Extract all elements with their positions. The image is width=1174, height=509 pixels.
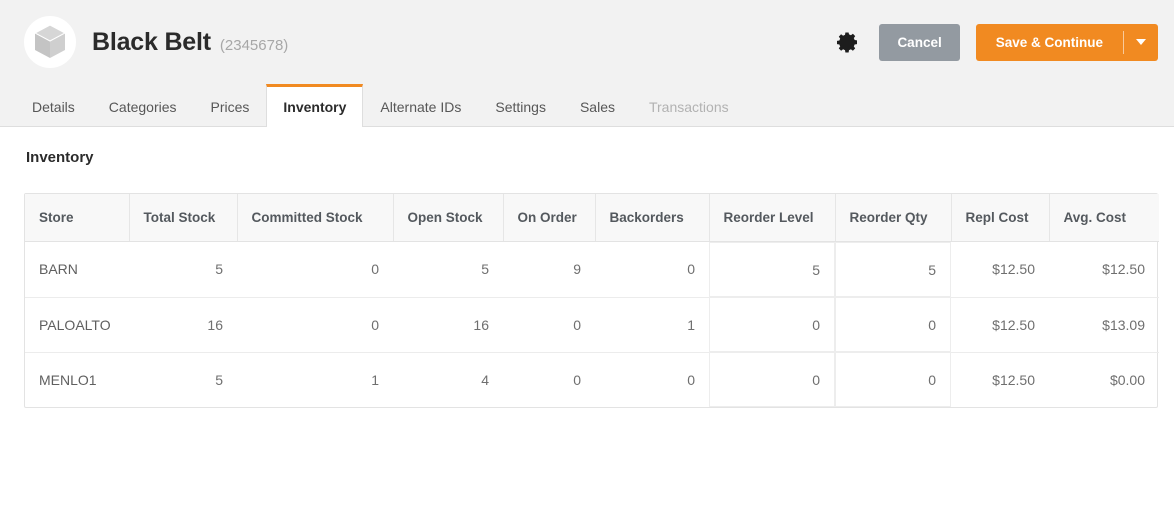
column-header-reorder-qty: Reorder Qty (835, 194, 952, 242)
app-header: Black Belt (2345678) Cancel Save & Conti… (0, 0, 1174, 84)
cube-icon (33, 24, 67, 60)
cell-total-stock: 5 (215, 371, 223, 388)
reorder-qty-input[interactable] (835, 352, 951, 407)
reorder-qty-input[interactable] (835, 242, 951, 297)
tab-details[interactable]: Details (15, 85, 92, 127)
inventory-table-body: BARN50590$12.50$12.50PALOALTO1601601$12.… (25, 241, 1159, 407)
product-sku: (2345678) (219, 36, 289, 54)
product-brand: Black Belt (2345678) (24, 16, 833, 68)
table-header-row: Store Total Stock Committed Stock Open Stoc… (25, 194, 1159, 242)
save-and-continue-split-button: Save & Continue (975, 23, 1158, 61)
cell-total-stock: 16 (129, 297, 237, 353)
reorder-level-input[interactable] (709, 297, 835, 352)
column-header-committed-stock: Committed Stock (237, 194, 394, 242)
column-header-total-stock: Total Stock (129, 194, 238, 242)
cell-backorders: 0 (687, 371, 695, 388)
cell-committed-stock: 0 (237, 241, 393, 298)
cell-open-stock: 5 (393, 241, 503, 298)
cell-store: PALOALTO (25, 297, 129, 353)
cell-backorders: 1 (595, 297, 709, 353)
column-header-avg-cost: Avg. Cost (1049, 194, 1159, 242)
inventory-table-container: Store Total Stock Committed Stock Open Stoc… (24, 193, 1159, 408)
cell-repl-cost: $12.50 (951, 297, 1049, 353)
cell-backorders: 0 (595, 241, 709, 298)
cell-open-stock: 4 (481, 371, 489, 388)
header-actions: Cancel Save & Continue (833, 23, 1158, 61)
cell-on-order: 0 (573, 371, 581, 388)
column-header-backorders: Backorders (595, 194, 710, 242)
product-logo (24, 16, 76, 68)
inventory-table: Store Total Stock Committed Stock Open Stoc… (25, 194, 1159, 407)
tab-sales[interactable]: Sales (563, 85, 632, 127)
column-header-open-stock: Open Stock (393, 194, 504, 242)
gear-icon (836, 30, 860, 54)
save-continue-button[interactable]: Save & Continue (976, 24, 1123, 61)
column-header-reorder-level: Reorder Level (709, 194, 836, 242)
cancel-button[interactable]: Cancel (879, 23, 960, 61)
cell-total-stock: 5 (129, 241, 237, 298)
cell-avg-cost: $0.00 (1109, 371, 1145, 388)
cell-repl-cost: $12.50 (951, 241, 1049, 298)
table-row: PALOALTO1601601$12.50$13.09 (25, 297, 1159, 353)
cell-reorder-level (709, 242, 835, 297)
cell-on-order: 0 (503, 297, 595, 353)
tab-transactions: Transactions (648, 99, 729, 115)
chevron-down-icon (1136, 39, 1146, 45)
reorder-qty-input[interactable] (835, 297, 951, 352)
cell-avg-cost: $12.50 (1049, 241, 1159, 298)
column-header-repl-cost: Repl Cost (951, 194, 1050, 242)
settings-gear-button[interactable] (833, 27, 863, 57)
reorder-level-input[interactable] (709, 352, 835, 407)
cell-reorder-level (709, 352, 835, 407)
cell-repl-cost: $12.50 (992, 371, 1035, 388)
tab-bar: Details Categories Prices Inventory Alternat… (0, 84, 1174, 127)
product-name: Black Belt (92, 27, 211, 56)
cell-reorder-level (709, 297, 835, 352)
tab-settings[interactable]: Settings (478, 85, 563, 127)
reorder-level-input[interactable] (709, 242, 835, 297)
tab-categories[interactable]: Categories (92, 85, 194, 127)
cell-reorder-qty (835, 352, 951, 407)
cell-open-stock: 16 (393, 297, 503, 353)
cell-on-order: 9 (503, 241, 595, 298)
table-row: MENLO1 5 1 4 0 0 $12.50 $0.00 (25, 352, 1159, 407)
tab-prices[interactable]: Prices (194, 85, 267, 127)
save-options-dropdown-button[interactable] (1124, 24, 1158, 61)
cell-avg-cost: $13.09 (1049, 297, 1159, 353)
cell-reorder-qty (835, 297, 951, 352)
column-header-store: Store (25, 194, 130, 242)
section-title: Inventory (26, 149, 94, 166)
cell-store: BARN (25, 241, 129, 298)
inventory-table-head: Store Total Stock Committed Stock Open Stoc… (25, 194, 1159, 242)
cell-store: MENLO1 (39, 371, 97, 388)
table-row: BARN50590$12.50$12.50 (25, 241, 1159, 298)
tab-alternate-ids[interactable]: Alternate IDs (363, 85, 478, 127)
column-header-on-order: On Order (503, 194, 596, 242)
cell-committed-stock: 1 (371, 371, 379, 388)
tab-inventory[interactable]: Inventory (266, 84, 364, 127)
page-title: Black Belt (2345678) (92, 28, 288, 57)
main-content: Inventory Store Total Stock Committed Stoc… (0, 127, 1174, 408)
cell-reorder-qty (835, 242, 951, 297)
cell-committed-stock: 0 (237, 297, 393, 353)
